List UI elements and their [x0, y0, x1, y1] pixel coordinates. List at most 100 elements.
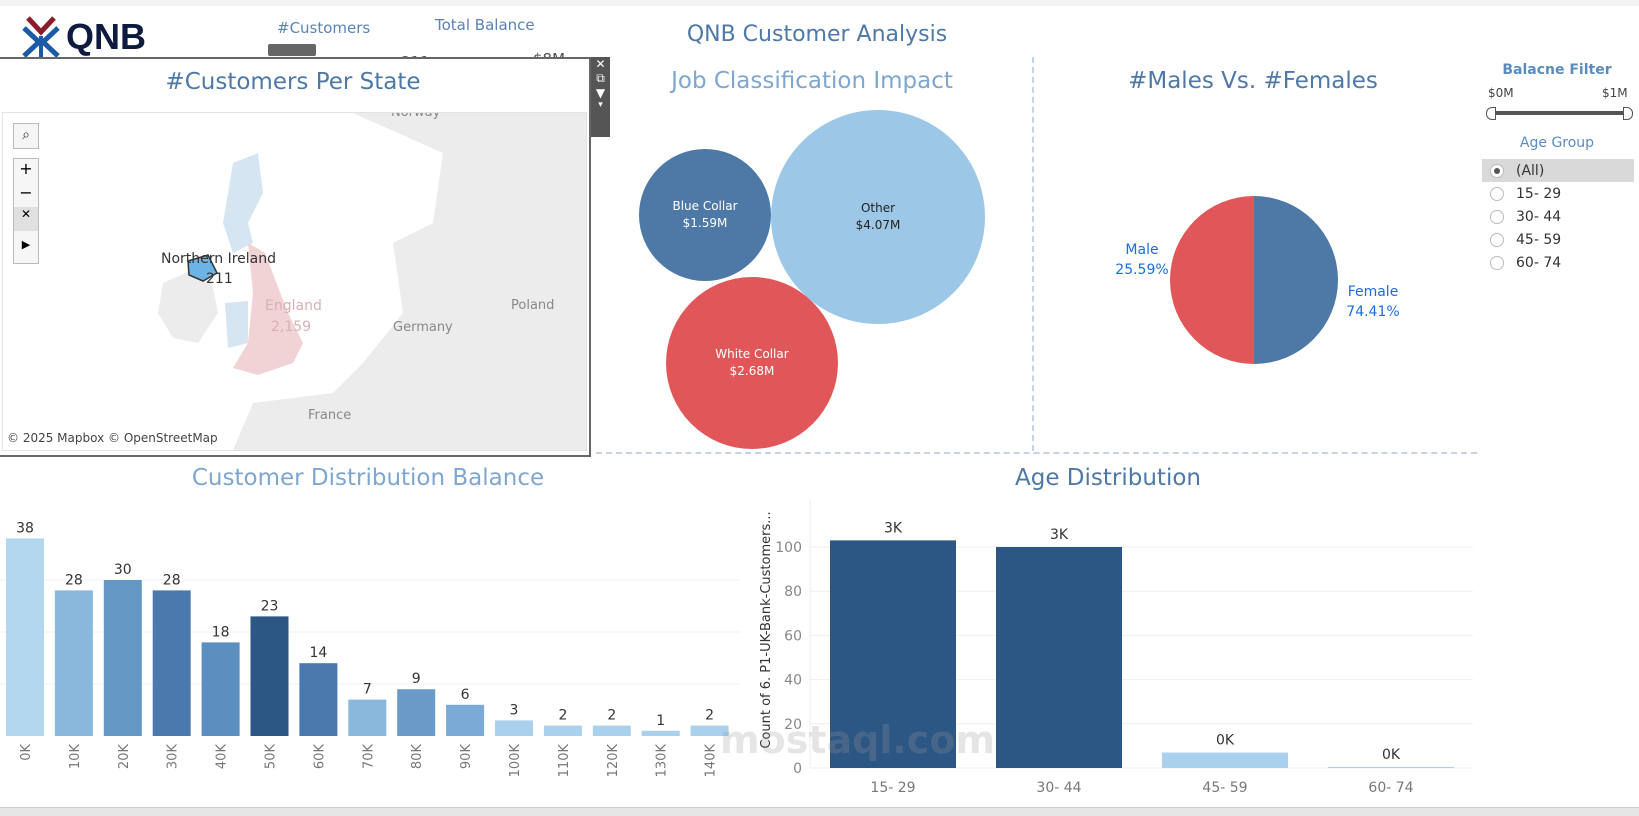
- bubble-value: $4.07M: [855, 218, 901, 232]
- age-option[interactable]: (All): [1482, 159, 1634, 182]
- age-option-label: 45- 59: [1516, 231, 1562, 248]
- balance-slider-min-handle[interactable]: [1486, 107, 1496, 120]
- bar-90K[interactable]: [446, 704, 485, 736]
- radio-icon[interactable]: [1490, 163, 1504, 178]
- balance-chart-title: Customer Distribution Balance: [191, 465, 545, 491]
- balance-max: $1M: [1602, 86, 1628, 100]
- bar-80K[interactable]: [397, 689, 436, 736]
- close-icon[interactable]: ✕: [591, 57, 610, 71]
- balance-slider-max-handle[interactable]: [1623, 107, 1633, 120]
- divider-horizontal: [596, 452, 1477, 454]
- map-attribution: © 2025 Mapbox © OpenStreetMap: [7, 431, 218, 445]
- y-tick-label: 0: [793, 761, 802, 777]
- balance-slider-track[interactable]: [1489, 111, 1626, 115]
- data-label: 0K: [1382, 747, 1401, 763]
- kpi-customers-label: #Customers: [277, 19, 371, 37]
- pie-slice-male[interactable]: [1170, 196, 1254, 364]
- radio-icon[interactable]: [1490, 186, 1504, 201]
- bar-130K[interactable]: [641, 730, 680, 736]
- jobs-title: Job Classification Impact: [671, 68, 953, 94]
- watermark: mostaql.com: [720, 718, 996, 762]
- bar-100K[interactable]: [495, 720, 533, 736]
- data-label: 30: [114, 562, 132, 578]
- value-northern-ireland: 211: [206, 271, 233, 287]
- age-chart-title: Age Distribution: [1015, 465, 1201, 491]
- data-label: 18: [212, 624, 230, 640]
- data-label: 28: [65, 572, 83, 588]
- age-option[interactable]: 15- 29: [1482, 182, 1634, 205]
- age-option[interactable]: 30- 44: [1482, 205, 1634, 228]
- map-canvas[interactable]: ⌕ + − ✕ ▶ Northern Ireland 211 England 2…: [2, 112, 587, 451]
- age-option-label: 30- 44: [1516, 208, 1562, 225]
- y-tick-label: 40: [784, 673, 802, 689]
- bar-45- 59[interactable]: [1162, 752, 1288, 768]
- female-label: Female 74.41%: [1343, 282, 1403, 322]
- label-norway: Norway: [391, 112, 441, 120]
- bubble-blue-collar[interactable]: Blue Collar $1.59M: [639, 149, 771, 281]
- data-label: 9: [412, 671, 421, 687]
- label-poland: Poland: [511, 298, 555, 313]
- bar-60K[interactable]: [299, 663, 338, 736]
- label-england: England: [265, 298, 322, 314]
- expand-toolbar-button[interactable]: ▶: [14, 231, 38, 259]
- radio-icon[interactable]: [1490, 209, 1504, 224]
- wales-shape: [225, 301, 248, 348]
- more-options-icon[interactable]: ▾: [591, 100, 610, 110]
- dashboard-title: QNB Customer Analysis: [686, 22, 948, 47]
- radio-icon[interactable]: [1490, 255, 1504, 270]
- bubble-value: $2.68M: [729, 364, 775, 378]
- x-tick-label: 100K: [508, 744, 523, 778]
- x-tick-label: 60- 74: [1368, 780, 1413, 796]
- bar-10K[interactable]: [54, 590, 93, 736]
- female-pct: 74.41%: [1346, 304, 1400, 320]
- bar-60- 74[interactable]: [1328, 766, 1454, 768]
- gender-title: #Males Vs. #Females: [1128, 68, 1378, 94]
- x-tick-label: 15- 29: [870, 780, 915, 796]
- x-tick-label: 0K: [19, 744, 34, 761]
- filter-icon[interactable]: ▼: [591, 86, 610, 100]
- reset-pin-button[interactable]: ✕: [14, 207, 38, 231]
- bar-70K[interactable]: [348, 699, 387, 736]
- bar-120K[interactable]: [592, 725, 631, 736]
- zoom-out-button[interactable]: −: [14, 183, 38, 207]
- x-tick-label: 45- 59: [1202, 780, 1247, 796]
- age-filter-title: Age Group: [1519, 135, 1595, 151]
- divider-vertical: [1032, 57, 1034, 451]
- balance-filter-title: Balacne Filter: [1502, 62, 1612, 78]
- bar-0K[interactable]: [6, 538, 44, 736]
- x-tick-label: 130K: [655, 744, 670, 778]
- age-option[interactable]: 60- 74: [1482, 251, 1634, 274]
- female-label-text: Female: [1347, 284, 1399, 300]
- data-label: 14: [309, 645, 327, 661]
- data-label: 3: [510, 702, 519, 718]
- x-tick-label: 30- 44: [1036, 780, 1081, 796]
- x-tick-label: 80K: [410, 744, 425, 770]
- bubble-white-collar[interactable]: White Collar $2.68M: [666, 277, 838, 449]
- age-option-label: 60- 74: [1516, 254, 1562, 271]
- bar-30- 44[interactable]: [996, 547, 1122, 768]
- bar-30K[interactable]: [152, 590, 191, 736]
- data-label: 1: [656, 713, 665, 729]
- bar-110K[interactable]: [543, 725, 582, 736]
- map-panel: #Customers Per State ⌕ + − ✕ ▶ Northern …: [0, 57, 591, 457]
- zoom-in-button[interactable]: +: [14, 159, 38, 183]
- x-tick-label: 120K: [606, 744, 621, 778]
- bubble-other[interactable]: Other $4.07M: [771, 110, 985, 324]
- age-option[interactable]: 45- 59: [1482, 228, 1634, 251]
- radio-icon[interactable]: [1490, 232, 1504, 247]
- map-search-button[interactable]: ⌕: [13, 123, 39, 149]
- data-label: 2: [558, 708, 567, 724]
- drag-handle[interactable]: [268, 44, 316, 56]
- popout-icon[interactable]: ⧉: [591, 71, 610, 86]
- data-label: 38: [16, 520, 34, 536]
- age-option-label: (All): [1516, 162, 1545, 179]
- qnb-logo-icon: [22, 16, 60, 60]
- bar-40K[interactable]: [201, 642, 240, 736]
- x-tick-label: 90K: [459, 744, 474, 770]
- bubble-value: $1.59M: [682, 216, 728, 230]
- bar-20K[interactable]: [103, 580, 142, 736]
- pie-slice-female[interactable]: [1254, 196, 1338, 364]
- data-label: 7: [363, 682, 372, 698]
- bar-50K[interactable]: [250, 616, 289, 736]
- x-tick-label: 140K: [704, 744, 719, 778]
